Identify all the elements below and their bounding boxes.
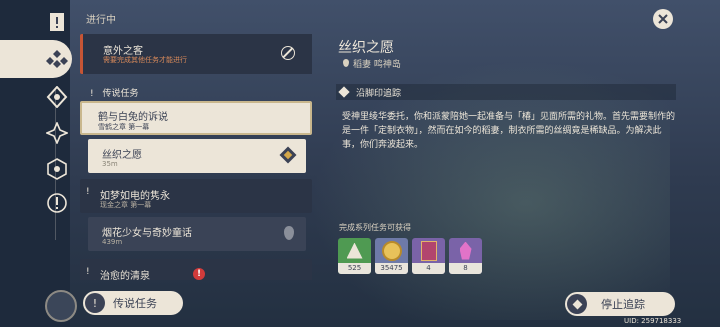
quest-title: 治愈的清泉 [100,271,150,280]
close-button[interactable] [653,9,673,29]
exclamation-icon [47,193,67,213]
diamond-cluster-icon [46,50,68,68]
quest-card-thunder[interactable]: 如梦如电的隽永 现金之章 第一幕 ! [80,179,312,213]
reward-item[interactable]: 525 [338,238,371,274]
locked-quest-card[interactable]: 意外之客 需要完成其他任务才能进行 [80,34,312,74]
section-legend-quests: ! 传说任务 [90,89,139,99]
reward-count: 525 [338,263,371,274]
rewards-label: 完成系列任务可获得 [339,223,411,232]
stop-tracking-button[interactable]: 停止追踪 [565,292,675,316]
reward-item[interactable]: 4 [412,238,445,274]
book-icon [412,238,445,263]
exclamation-icon: ! [90,89,94,99]
quest-list[interactable]: 意外之客 需要完成其他任务才能进行 ! 传说任务 鹤与白兔的诉说 雪鹤之章 第一… [80,34,312,280]
quest-title: 丝织之愿 [102,150,142,161]
location-pin-icon [284,226,294,240]
notification-badge: ! [193,268,205,280]
uid-label: UID: 259718333 [624,317,682,325]
paimon-menu-icon[interactable] [45,290,77,322]
in-progress-heading: 进行中 [86,15,116,26]
track-diamond-icon [279,146,297,164]
star-emblem-icon [46,122,68,144]
hexagon-emblem-icon [47,158,67,180]
quest-distance: 439m [102,238,123,246]
nav-exclamation-quests[interactable] [40,186,74,220]
location-pin-icon [343,59,349,67]
quest-card-crane[interactable]: 鹤与白兔的诉说 雪鹤之章 第一幕 [80,101,312,135]
quest-step-silk[interactable]: 丝织之愿 35m [88,139,306,173]
crystal-icon [449,238,482,263]
quest-chapter: 雪鹤之章 第一幕 [98,123,150,131]
quest-requirement: 需要完成其他任务才能进行 [103,56,187,64]
current-step-label: 沿脚印追踪 [356,89,402,99]
close-icon [658,14,668,24]
quest-title: 烟花少女与奇妙童话 [102,228,192,239]
reward-item[interactable]: 8 [449,238,482,274]
reward-count: 4 [412,263,445,274]
reward-count: 35475 [375,263,408,274]
quest-book-icon [50,13,64,31]
quest-detail-title: 丝织之愿 [338,40,394,56]
adventure-exp-icon [338,238,371,263]
quest-location: 稻妻 鸣神岛 [343,57,401,70]
blocked-icon [281,46,295,60]
track-diamond-icon [567,294,587,314]
reward-item[interactable]: 35475 [375,238,408,274]
quest-title: 鹤与白兔的诉说 [98,112,168,123]
quest-chapter: 现金之章 第一幕 [100,201,152,209]
archon-emblem-icon [46,86,68,108]
legend-quests-button[interactable]: ! 传说任务 [83,291,183,315]
nav-story-quests[interactable] [40,116,74,150]
exclamation-icon: ! [86,267,90,277]
quest-distance: 35m [102,160,118,168]
exclamation-icon: ! [86,187,90,197]
nav-commission-quests[interactable] [40,152,74,186]
reward-count: 8 [449,263,482,274]
mora-coin-icon [375,238,408,263]
quest-step-fireworks[interactable]: 烟花少女与奇妙童话 439m [88,217,306,251]
quest-description: 受神里绫华委托，你和派蒙陪她一起准备与「椿」见面所需的礼物。首先需要制作的是一件… [342,112,676,150]
nav-world-quests[interactable] [40,42,74,76]
nav-archon-quests[interactable] [40,80,74,114]
nav-all-quests[interactable] [40,5,74,39]
exclamation-icon: ! [85,293,105,313]
